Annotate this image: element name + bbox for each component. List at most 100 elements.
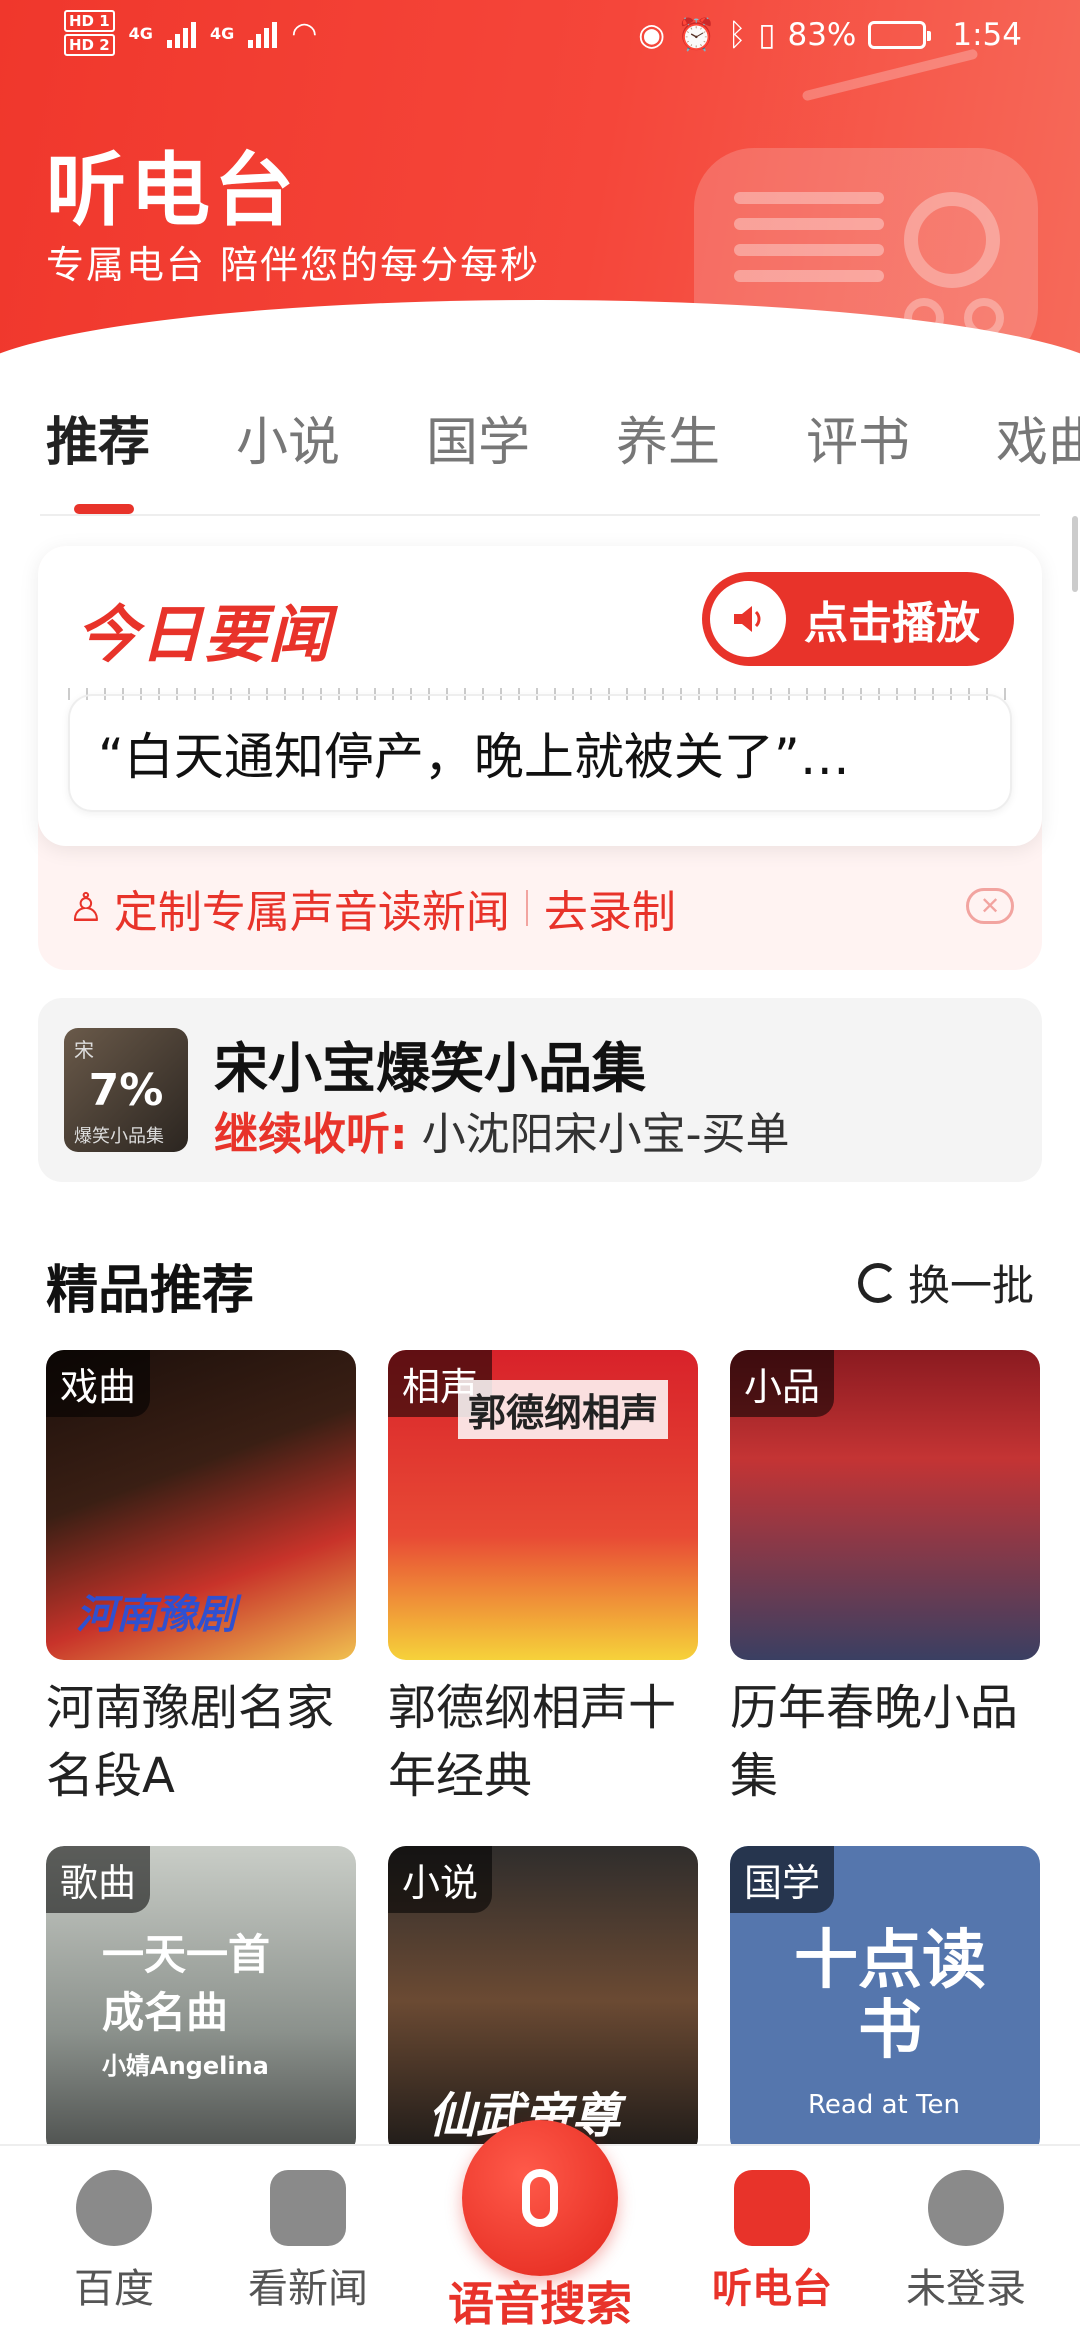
battery-percent: 83% [787,16,857,53]
news-section: 今日要闻 点击播放 “白天通知停产，晚上就被关了”… ♙ 定制专属声音读新闻 去… [38,546,1042,970]
tab-divider [40,514,1040,516]
tab-pingshu[interactable]: 评书 [806,400,996,518]
radio-icon [734,2170,810,2246]
baidu-paw-icon [76,2170,152,2246]
card-tag: 国学 [730,1846,835,1913]
status-right: ◉ ⏰ ᛒ ▯ 83% 1:54 [638,16,1022,54]
bluetooth-icon: ᛒ [727,16,747,53]
card-title: 历年春晚小品集 [730,1680,1019,1804]
headline-box[interactable]: “白天通知停产，晚上就被关了”… [68,694,1012,812]
play-button[interactable]: 点击播放 [702,572,1014,666]
section-title: 精品推荐 [46,1261,255,1321]
grid-card[interactable]: 小品 历年春晚小品集 [730,1350,1040,1810]
tab-opera[interactable]: 戏曲 [996,400,1080,518]
page-title: 听电台 [46,144,298,237]
custom-voice-row: ♙ 定制专属声音读新闻 去录制 [68,878,676,938]
card-thumbnail: 戏曲 河南豫剧 [46,1350,356,1660]
today-news-logo: 今日要闻 [76,598,333,671]
grid-card[interactable]: 戏曲 河南豫剧 河南豫剧名家名段A [46,1350,356,1810]
refresh-icon [857,1262,898,1303]
card-title: 郭德纲相声十年经典 [388,1680,677,1804]
card-tag: 小说 [388,1846,493,1913]
status-left: HD 1 HD 2 4G 4G ◠ [64,10,317,56]
tab-novel[interactable]: 小说 [236,400,426,518]
play-button-label: 点击播放 [804,598,980,649]
wifi-icon: ◠ [291,15,318,51]
signal-icon-2 [248,18,278,48]
grid-card[interactable]: 歌曲 一天一首成名曲 小婧Angelina [46,1846,356,2156]
card-tag: 小品 [730,1350,835,1417]
hd-indicators: HD 1 HD 2 [64,10,115,56]
page-subtitle: 专属电台 陪伴您的每分每秒 [46,243,541,287]
album-title: 宋小宝爆笑小品集 [214,1037,646,1100]
voice-search-button[interactable] [462,2120,618,2276]
refresh-label: 换一批 [907,1261,1034,1310]
card-art-text: 郭德纲相声 [458,1380,669,1439]
alarm-icon: ⏰ [677,17,716,53]
card-tag: 戏曲 [46,1350,151,1417]
category-tabs: 推荐 小说 国学 养生 评书 戏曲 [0,400,1080,518]
nav-news-label: 看新闻 [248,2266,368,2312]
refresh-button[interactable]: 换一批 [857,1252,1034,1313]
grid-card[interactable]: 相声 郭德纲相声 郭德纲相声十年经典 [388,1350,698,1810]
nav-home-label: 百度 [74,2266,154,2312]
card-art-text: 河南豫剧 [76,1592,236,1638]
cover-bottom-text: 爆笑小品集 [74,1126,164,1147]
nav-profile[interactable]: 未登录 [876,2170,1056,2314]
status-bar: HD 1 HD 2 4G 4G ◠ ◉ ⏰ ᛒ ▯ 83% 1:54 [0,0,1080,70]
vibrate-icon: ▯ [758,16,776,53]
hd1-badge: HD 1 [64,10,115,32]
signal-icon [166,18,196,48]
card-art-subtext: Read at Ten [808,2090,960,2120]
card-thumbnail: 小说 仙武帝尊 [388,1846,698,2156]
nav-news[interactable]: 看新闻 [218,2170,398,2314]
episode-title: 小沈阳宋小宝-买单 [407,1109,790,1160]
cover-top-text: 宋 [74,1038,94,1062]
grid-card[interactable]: 国学 十点读书 Read at Ten [730,1846,1040,2156]
card-art-text: 十点读书 [794,1924,986,2068]
tab-active-indicator [74,504,134,514]
grid-card[interactable]: 小说 仙武帝尊 [388,1846,698,2156]
nav-profile-label: 未登录 [906,2266,1026,2312]
news-headline: “白天通知停产，晚上就被关了”… [98,728,850,786]
nav-radio-label: 听电台 [712,2266,832,2312]
scrollbar-thumb[interactable] [1072,516,1078,592]
voice-search-label[interactable]: 语音搜索 [440,2268,640,2334]
custom-voice-text[interactable]: 定制专属声音读新闻 [114,876,510,940]
user-icon [928,2170,1004,2246]
continue-listening-card[interactable]: 宋 7% 爆笑小品集 宋小宝爆笑小品集 继续收听: 小沈阳宋小宝-买单 [38,998,1042,1182]
clock: 1:54 [952,16,1022,53]
network-type-1: 4G [128,23,153,43]
card-thumbnail: 相声 郭德纲相声 [388,1350,698,1660]
tab-recommend[interactable]: 推荐 [46,400,236,518]
close-icon[interactable]: ✕ [966,888,1014,924]
eye-icon: ◉ [638,16,666,53]
continue-subtitle: 继续收听: 小沈阳宋小宝-买单 [214,1098,789,1162]
card-thumbnail: 国学 十点读书 Read at Ten [730,1846,1040,2156]
network-type-2: 4G [209,23,235,43]
card-tag: 歌曲 [46,1846,151,1913]
tab-health[interactable]: 养生 [616,400,806,518]
progress-percent: 7% [88,1064,164,1116]
tab-guoxue[interactable]: 国学 [426,400,616,518]
card-thumbnail: 小品 [730,1350,1040,1660]
album-cover: 宋 7% 爆笑小品集 [64,1028,188,1152]
nav-home[interactable]: 百度 [24,2170,204,2314]
news-icon [270,2170,346,2246]
nav-radio[interactable]: 听电台 [682,2170,862,2314]
hd2-badge: HD 2 [64,34,115,56]
header-banner: HD 1 HD 2 4G 4G ◠ ◉ ⏰ ᛒ ▯ 83% 1:54 听电台 专… [0,0,1080,370]
microphone-icon [522,2169,558,2227]
card-art-subtext: 小婧Angelina [102,2052,269,2080]
divider [525,890,528,926]
continue-prefix: 继续收听: [214,1109,408,1160]
card-thumbnail: 歌曲 一天一首成名曲 小婧Angelina [46,1846,356,2156]
card-art-text: 一天一首成名曲 [102,1930,271,2037]
card-title: 河南豫剧名家名段A [46,1680,335,1804]
bottom-nav: 百度 看新闻 语音搜索 听电台 未登录 [0,2120,1080,2340]
record-link[interactable]: 去录制 [544,876,676,940]
today-news-card[interactable]: 今日要闻 点击播放 “白天通知停产，晚上就被关了”… [38,546,1042,846]
user-voice-icon: ♙ [68,885,104,931]
speaker-icon [710,581,786,657]
battery-icon [868,20,932,49]
